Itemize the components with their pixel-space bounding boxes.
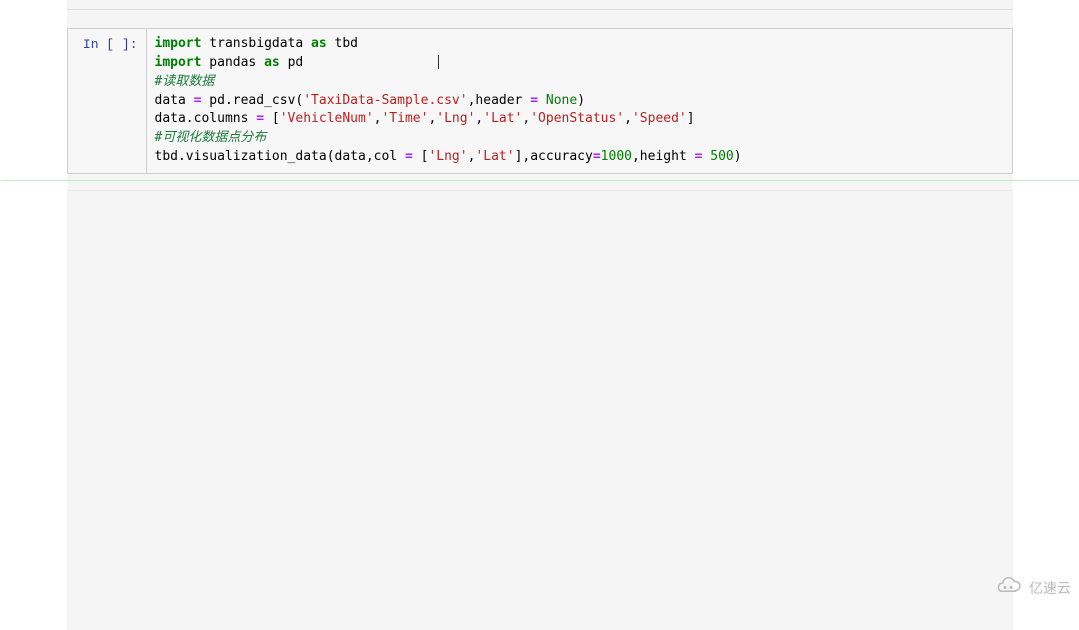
code-token: = bbox=[256, 111, 264, 126]
code-token: as bbox=[264, 55, 280, 70]
code-token: = bbox=[194, 93, 202, 108]
cloud-icon bbox=[993, 576, 1023, 599]
top-bar bbox=[67, 0, 1013, 10]
code-token: ) bbox=[734, 149, 742, 164]
code-token: (data,col bbox=[327, 149, 405, 164]
output-cell bbox=[67, 190, 1013, 630]
code-token: ],accuracy bbox=[515, 149, 593, 164]
code-token: transbigdata bbox=[209, 36, 303, 51]
code-comment: #读取数据 bbox=[155, 74, 215, 89]
code-token: 'Lat' bbox=[483, 111, 522, 126]
code-token: pandas bbox=[209, 55, 256, 70]
code-token: , bbox=[624, 111, 632, 126]
code-token: ,header bbox=[468, 93, 531, 108]
text-cursor-icon bbox=[438, 55, 439, 69]
cell-prompt: In [ ]: bbox=[68, 29, 146, 173]
code-token: ,height bbox=[632, 149, 695, 164]
code-token: data.columns bbox=[155, 111, 257, 126]
code-token: 'VehicleNum' bbox=[280, 111, 374, 126]
code-token: 'TaxiData-Sample.csv' bbox=[303, 93, 467, 108]
code-editor[interactable]: import transbigdata as tbd import pandas… bbox=[146, 29, 1012, 173]
code-token: 'Speed' bbox=[632, 111, 687, 126]
code-token: pd bbox=[288, 55, 304, 70]
code-token: 'Lng' bbox=[428, 149, 467, 164]
code-token: [ bbox=[264, 111, 280, 126]
notebook-container: In [ ]: import transbigdata as tbd impor… bbox=[67, 0, 1013, 630]
code-token: = bbox=[593, 149, 601, 164]
code-token: 'Lng' bbox=[436, 111, 475, 126]
code-token: [ bbox=[413, 149, 429, 164]
code-cell[interactable]: In [ ]: import transbigdata as tbd impor… bbox=[67, 28, 1013, 174]
code-token: tbd bbox=[335, 36, 358, 51]
code-token: tbd.visualization_data bbox=[155, 149, 327, 164]
code-token: 500 bbox=[710, 149, 733, 164]
code-token: = bbox=[530, 93, 538, 108]
code-token bbox=[538, 93, 546, 108]
code-token: as bbox=[311, 36, 327, 51]
code-token: import bbox=[155, 36, 202, 51]
code-token: 'Time' bbox=[381, 111, 428, 126]
code-token: ) bbox=[577, 93, 585, 108]
code-token: None bbox=[546, 93, 577, 108]
code-token: import bbox=[155, 55, 202, 70]
code-token: ] bbox=[687, 111, 695, 126]
code-token: 'OpenStatus' bbox=[530, 111, 624, 126]
watermark-text: 亿速云 bbox=[1029, 578, 1071, 598]
code-comment: #可视化数据点分布 bbox=[155, 130, 267, 145]
code-token: 'Lat' bbox=[475, 149, 514, 164]
watermark: 亿速云 bbox=[993, 576, 1071, 599]
code-token: = bbox=[405, 149, 413, 164]
code-token: data bbox=[155, 93, 186, 108]
code-token: pd.read_csv bbox=[209, 93, 295, 108]
prompt-label: In [ ]: bbox=[83, 37, 138, 52]
code-token: 1000 bbox=[601, 149, 632, 164]
